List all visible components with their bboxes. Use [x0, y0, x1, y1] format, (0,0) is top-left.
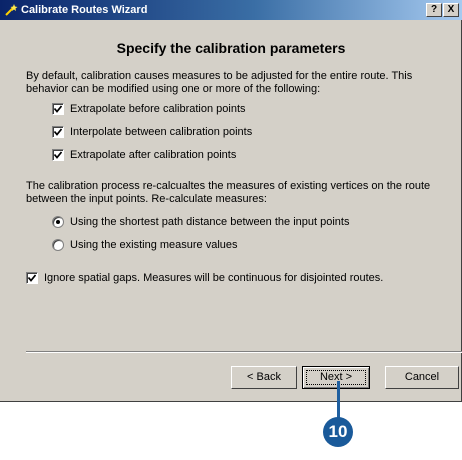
wizard-wand-icon	[4, 3, 18, 17]
checkbox-label: Extrapolate before calibration points	[70, 103, 246, 115]
checkmark-icon	[54, 151, 62, 159]
checkbox-label: Ignore spatial gaps. Measures will be co…	[44, 272, 384, 284]
separator-line	[26, 351, 462, 353]
title-bar[interactable]: Calibrate Routes Wizard ? X	[0, 0, 462, 20]
checkmark-icon	[28, 274, 36, 282]
checkbox-label: Interpolate between calibration points	[70, 126, 253, 138]
callout-step-badge: 10	[323, 417, 353, 447]
radio-label: Using the shortest path distance between…	[70, 216, 350, 228]
next-button-label: Next >	[319, 371, 353, 383]
checkbox-box[interactable]	[26, 272, 38, 284]
checkmark-icon	[54, 128, 62, 136]
checkbox-label: Extrapolate after calibration points	[70, 149, 237, 161]
radio-button[interactable]	[52, 239, 64, 251]
window-title: Calibrate Routes Wizard	[21, 4, 148, 16]
cancel-button[interactable]: Cancel	[385, 366, 459, 389]
checkbox-box[interactable]	[52, 149, 64, 161]
back-button[interactable]: < Back	[231, 366, 297, 389]
cancel-button-label: Cancel	[404, 371, 440, 383]
page-heading: Specify the calibration parameters	[116, 40, 346, 56]
radio-label: Using the existing measure values	[70, 239, 238, 251]
help-button[interactable]: ?	[426, 3, 442, 17]
radio-button[interactable]	[52, 216, 64, 228]
close-button[interactable]: X	[443, 3, 459, 17]
radio-selected-dot	[56, 220, 60, 224]
next-button[interactable]: Next >	[302, 366, 370, 389]
wizard-dialog: Calibrate Routes Wizard ? X Specify the …	[0, 0, 462, 402]
checkmark-icon	[54, 105, 62, 113]
checkbox-box[interactable]	[52, 126, 64, 138]
callout-pointer-line	[337, 381, 340, 419]
recalc-text: The calibration process re-calcualtes th…	[26, 180, 431, 205]
checkbox-box[interactable]	[52, 103, 64, 115]
intro-text: By default, calibration causes measures …	[26, 70, 413, 95]
back-button-label: < Back	[247, 371, 281, 383]
